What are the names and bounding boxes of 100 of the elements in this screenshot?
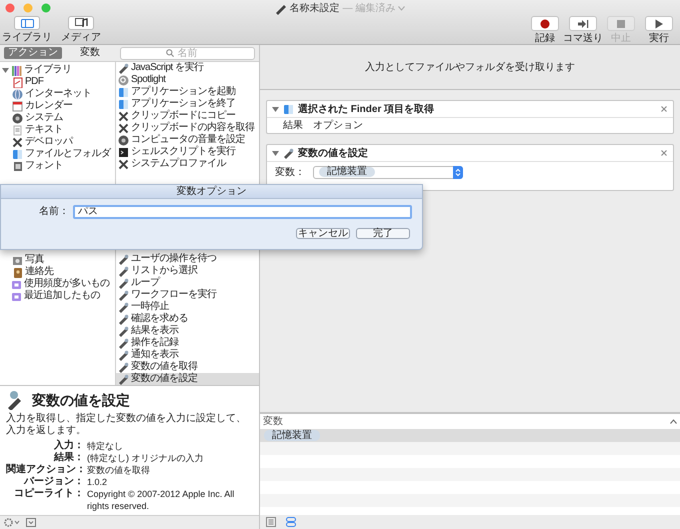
- field-value: 1.0.2: [87, 476, 108, 488]
- action-item[interactable]: システムプロファイル: [116, 158, 259, 170]
- library-item[interactable]: 使用頻度が多いもの: [24, 278, 110, 290]
- panel-toggle-icon: [26, 518, 36, 527]
- close-button[interactable]: [660, 149, 668, 157]
- crossed-tools-icon: [118, 122, 129, 134]
- terminal-icon: [118, 146, 129, 158]
- field-value: Copyright © 2007-2012 Apple Inc. All rights reserved.: [87, 488, 236, 512]
- font-book-icon: [12, 160, 23, 172]
- action-item[interactable]: ワークフローを実行: [116, 289, 259, 301]
- card-tab[interactable]: 結果: [283, 118, 303, 133]
- field-label: 変数：: [275, 166, 305, 180]
- pen-icon: [118, 314, 129, 324]
- library-tab[interactable]: 変数: [76, 47, 104, 59]
- field-value: 特定なし: [87, 440, 124, 452]
- finder-icon: [283, 104, 294, 114]
- field-label: 結果：: [52, 452, 84, 464]
- action-title: 選択された Finder 項目を取得: [298, 102, 436, 116]
- crossed-tools-icon: [118, 110, 129, 122]
- action-item[interactable]: Spotlight: [116, 74, 259, 86]
- close-icon: [661, 106, 667, 112]
- search-icon: [166, 48, 174, 56]
- library-item[interactable]: 写真: [25, 254, 44, 266]
- pen-icon: [118, 266, 129, 276]
- globe-icon: [12, 88, 23, 100]
- library-item[interactable]: 最近追加したもの: [24, 290, 100, 302]
- action-item[interactable]: ユーザの操作を待つ: [116, 253, 259, 265]
- action-item[interactable]: 通知を表示: [116, 349, 259, 361]
- play-icon: [654, 18, 664, 28]
- chevron-down-icon: [398, 6, 406, 11]
- step-button[interactable]: コマ送り: [566, 16, 600, 45]
- library-button[interactable]: ライブラリ: [1, 16, 53, 44]
- library-item[interactable]: ファイルとフォルダ: [25, 148, 110, 160]
- run-button[interactable]: 実行: [642, 16, 676, 45]
- library-item[interactable]: ライブラリ: [24, 64, 72, 76]
- input-note: 入力としてファイルやフォルダを受け取ります: [365, 60, 575, 74]
- crossed-tools-icon: [118, 158, 129, 170]
- edited-status: — 編集済み: [342, 2, 396, 16]
- description-text: 入力を取得し、指定した変数の値を入力に設定して、入力を返します。: [6, 413, 247, 437]
- action-item[interactable]: アプリケーションを終了: [116, 98, 259, 110]
- flow-view-icon: [286, 517, 296, 527]
- action-item[interactable]: コンピュータの音量を設定: [116, 134, 259, 146]
- search-field[interactable]: 名前: [120, 46, 255, 60]
- close-button[interactable]: [660, 105, 668, 113]
- library-item[interactable]: システム: [25, 112, 63, 124]
- card-tab[interactable]: オプション: [313, 118, 363, 133]
- pen-icon: [118, 338, 129, 348]
- library-item[interactable]: カレンダー: [25, 100, 72, 112]
- action-item[interactable]: 結果を表示: [116, 325, 259, 337]
- action-item[interactable]: 確認を求める: [116, 313, 259, 325]
- action-item[interactable]: 操作を記録: [116, 337, 259, 349]
- record-button[interactable]: 記録: [528, 16, 562, 45]
- finder-icon: [118, 98, 129, 110]
- dialog-title: 変数オプション: [176, 184, 246, 199]
- variable-row[interactable]: 記憶装置: [260, 429, 680, 442]
- field-label: コピーライト：: [13, 488, 84, 501]
- photo-icon: [12, 254, 23, 266]
- library-item[interactable]: デベロッパ: [25, 136, 72, 148]
- finder-icon: [12, 148, 23, 160]
- calendar-icon: [12, 100, 23, 112]
- field-label: 入力：: [53, 440, 84, 452]
- pen-icon: [118, 374, 129, 384]
- library-item[interactable]: インターネット: [25, 88, 92, 100]
- pen-icon: [118, 290, 129, 300]
- finder-icon: [118, 86, 129, 98]
- library-item[interactable]: テキスト: [25, 124, 63, 136]
- window-controls-icon: [5, 3, 51, 13]
- pen-icon: [283, 148, 294, 158]
- pen-icon: [118, 362, 129, 372]
- pen-icon: [274, 2, 287, 14]
- step-icon: [578, 18, 588, 28]
- action-item[interactable]: 変数の値を取得: [116, 361, 259, 373]
- dialog-button[interactable]: 完了: [356, 228, 410, 239]
- action-item[interactable]: ループ: [116, 277, 259, 289]
- pen-icon: [118, 62, 129, 74]
- library-item[interactable]: PDF: [25, 76, 44, 88]
- field-label: 名前：: [39, 205, 69, 219]
- page-icon: [12, 124, 23, 136]
- action-item[interactable]: シェルスクリプトを実行: [116, 146, 259, 158]
- name-field[interactable]: パス: [73, 204, 412, 218]
- action-item[interactable]: クリップボードの内容を取得: [116, 122, 259, 134]
- library-item[interactable]: フォント: [25, 160, 63, 172]
- action-item[interactable]: 一時停止: [116, 301, 259, 313]
- crossed-tools-icon: [12, 136, 23, 148]
- action-title: 変数の値を設定: [298, 146, 369, 160]
- media-button[interactable]: メディア: [55, 16, 107, 44]
- folder-icon: [11, 278, 22, 290]
- pen-icon: [118, 302, 129, 312]
- field-label: 関連アクション：: [6, 464, 84, 476]
- library-item[interactable]: 連絡先: [25, 266, 54, 278]
- action-item[interactable]: アプリケーションを起動: [116, 86, 259, 98]
- action-item[interactable]: 変数の値を設定: [116, 373, 259, 385]
- field-value: (特定なし) オリジナルの入力: [87, 452, 204, 464]
- variable-popup[interactable]: 記憶装置: [313, 166, 463, 178]
- list-view-icon: [266, 517, 276, 527]
- library-tab[interactable]: アクション: [4, 47, 62, 59]
- folder-icon: [11, 290, 22, 302]
- dialog-button[interactable]: キャンセル: [296, 228, 350, 239]
- action-item[interactable]: リストから選択: [116, 265, 259, 277]
- action-item[interactable]: クリップボードにコピー: [116, 110, 259, 122]
